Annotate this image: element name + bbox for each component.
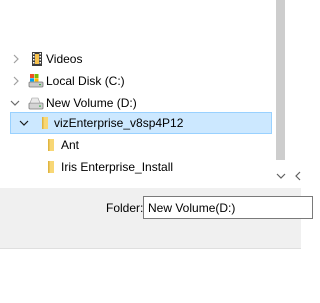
drive-icon <box>28 95 44 111</box>
tree-item-label: Ant <box>61 138 80 152</box>
tree-item-label: Iris Enterprise_Install <box>61 160 174 174</box>
scroll-left-icon[interactable] <box>294 170 301 181</box>
scroll-down-icon[interactable] <box>276 170 286 180</box>
chevron-down-icon[interactable] <box>19 118 29 128</box>
chevron-right-icon[interactable] <box>11 54 21 64</box>
tree-item-vizenterprise[interactable]: vizEnterprise_v8sp4P12 <box>10 112 272 134</box>
tree-item-iris-enterprise-install[interactable]: Iris Enterprise_Install <box>0 156 272 178</box>
chevron-right-icon[interactable] <box>11 76 21 86</box>
tree-item-local-disk-c[interactable]: Local Disk (C:) <box>0 70 272 92</box>
tree-item-label: Videos <box>46 52 83 66</box>
chevron-down-icon[interactable] <box>10 98 20 108</box>
folder-icon <box>43 137 59 153</box>
tree-item-ant[interactable]: Ant <box>0 134 272 156</box>
system-drive-icon <box>28 73 44 89</box>
tree-item-videos[interactable]: Videos <box>0 48 272 70</box>
folder-input[interactable] <box>143 196 313 219</box>
tree-item-label: New Volume (D:) <box>46 96 137 110</box>
divider <box>0 248 301 249</box>
scrollbar-thumb[interactable] <box>276 0 285 160</box>
folder-icon <box>43 159 59 175</box>
folder-icon <box>37 115 53 131</box>
videos-folder-icon <box>29 51 45 67</box>
tree-item-label: vizEnterprise_v8sp4P12 <box>54 116 184 130</box>
tree-item-new-volume-d[interactable]: New Volume (D:) <box>0 92 272 114</box>
folder-tree[interactable]: Videos Local Disk (C:) New Volume (D:) v… <box>0 0 301 188</box>
folder-label: Folder: <box>106 201 144 215</box>
tree-item-label: Local Disk (C:) <box>46 74 125 88</box>
